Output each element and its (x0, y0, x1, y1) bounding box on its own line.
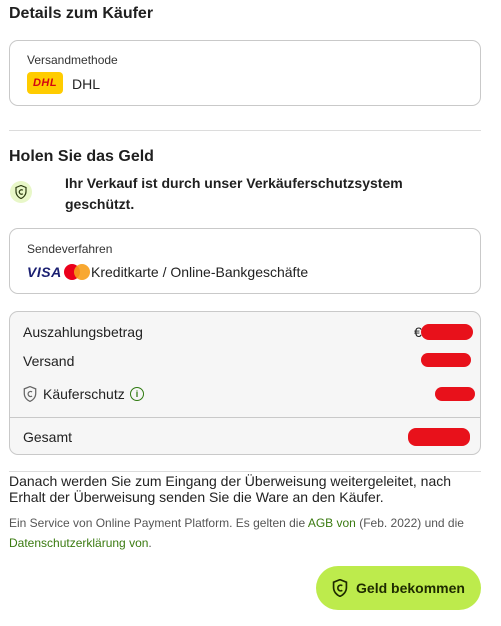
agb-link[interactable]: AGB von (308, 516, 356, 530)
total-label: Gesamt (23, 429, 73, 445)
dhl-logo-icon: DHL (27, 72, 63, 94)
shipping-method-box: Versandmethode DHL DHL (9, 40, 481, 106)
payment-method-label: Sendeverfahren (27, 242, 113, 256)
footer-text-1: Ein Service von Online Payment Platform.… (9, 516, 306, 530)
get-money-label: Geld bekommen (356, 580, 465, 596)
payout-amount-label: Auszahlungsbetrag (23, 324, 143, 340)
summary-divider (10, 417, 480, 418)
payout-amount-redacted (421, 324, 473, 340)
buyer-protection-redacted (435, 387, 475, 401)
shipping-method-label: Versandmethode (27, 53, 118, 67)
notice-divider (9, 471, 481, 472)
get-money-button[interactable]: Geld bekommen (316, 566, 481, 610)
dhl-logo-text: DHL (32, 77, 58, 89)
buyer-section-title: Details zum Käufer (9, 5, 154, 22)
shipping-cost-label: Versand (23, 353, 75, 369)
buyer-protection-label: Käuferschutz (43, 386, 125, 402)
summary-table: Auszahlungsbetrag € Versand Käuferschutz… (9, 311, 481, 455)
protection-badge-icon (10, 181, 32, 203)
footer-legal: Ein Service von Online Payment Platform.… (9, 513, 489, 553)
payment-method-value: Kreditkarte / Online-Bankgeschäfte (91, 264, 309, 280)
total-redacted (408, 428, 470, 446)
shipping-cost-redacted (421, 353, 471, 367)
payout-section-title: Holen Sie das Geld (9, 148, 154, 165)
footer-text-3: . (148, 536, 152, 550)
privacy-link[interactable]: Datenschutzerklärung von (9, 536, 148, 550)
visa-logo-icon: VISA (27, 264, 62, 280)
redirect-notice: Danach werden Sie zum Eingang der Überwe… (9, 473, 452, 505)
buyer-protection-shield-icon (23, 385, 37, 407)
mastercard-logo-icon (64, 264, 90, 280)
protection-notice: Ihr Verkauf ist durch unser Verkäufersch… (65, 175, 403, 212)
info-icon[interactable]: i (130, 387, 144, 401)
payment-method-box: Sendeverfahren VISA Kreditkarte / Online… (9, 228, 481, 294)
footer-text-2: (Feb. 2022) und die (359, 516, 464, 530)
section-divider (9, 130, 481, 131)
shipping-method-value: DHL (72, 76, 101, 92)
shield-icon (332, 579, 348, 597)
